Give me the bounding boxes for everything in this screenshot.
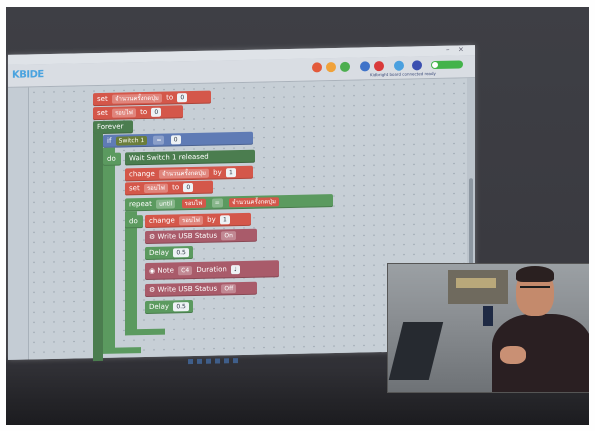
device <box>483 306 493 326</box>
value-input[interactable]: 1 <box>225 167 236 177</box>
delay-input[interactable]: 0.5 <box>173 247 189 257</box>
if-keyword: if <box>107 136 112 145</box>
webcam-overlay <box>387 263 589 393</box>
value-input[interactable]: 0 <box>170 134 181 144</box>
set-block-2[interactable]: set รอบไฟ to 0 <box>93 105 183 121</box>
windows-start-icon[interactable] <box>188 359 193 365</box>
toolbar-caption: Kidbright board connected ready <box>370 70 436 78</box>
variable-dropdown[interactable]: จำนวนครั้งกดปุ่ม <box>159 168 209 179</box>
if-arm <box>103 147 115 352</box>
taskbar-app-icon[interactable] <box>197 358 202 364</box>
repeat-arm <box>125 211 137 332</box>
value-input[interactable]: 0 <box>151 107 162 117</box>
operator-dropdown[interactable]: = <box>211 197 223 208</box>
operator-dropdown[interactable]: = <box>153 135 165 145</box>
minimize-icon[interactable]: – <box>446 46 453 54</box>
presenter-hands <box>500 346 526 364</box>
variable-dropdown[interactable]: รอบไฟ <box>143 183 168 193</box>
board-icon[interactable] <box>360 61 370 72</box>
if-block[interactable]: if Switch 1 = 0 <box>103 131 253 148</box>
forever-label: Forever <box>97 122 124 132</box>
by-keyword: by <box>207 215 216 224</box>
upload-icon[interactable] <box>374 61 384 72</box>
to-keyword: to <box>172 183 180 192</box>
gear-icon: ⚙ <box>149 232 156 241</box>
set-keyword: set <box>97 94 108 104</box>
to-keyword: to <box>166 93 174 102</box>
save-file-icon[interactable] <box>340 61 350 72</box>
settings-icon[interactable] <box>412 60 422 71</box>
forever-arm <box>93 132 103 362</box>
variable-dropdown[interactable]: รอบไฟ <box>181 198 206 208</box>
variable-dropdown[interactable]: จำนวนครั้งกดปุ่ม <box>111 93 162 104</box>
usb-state-dropdown[interactable]: On <box>221 230 236 240</box>
delay-block-2[interactable]: Delay 0.5 <box>145 300 193 315</box>
laptop <box>388 322 444 380</box>
wait-label: Wait Switch 1 released <box>129 152 209 163</box>
mode-toggle[interactable] <box>431 60 463 70</box>
open-file-icon[interactable] <box>326 62 336 73</box>
serial-monitor-icon[interactable] <box>394 60 404 71</box>
block-palette[interactable] <box>8 87 29 360</box>
note-label: Note <box>157 266 174 275</box>
usb-state-dropdown[interactable]: Off <box>221 283 237 293</box>
do-label-1: do <box>103 152 121 166</box>
change-block-1[interactable]: change จำนวนครั้งกดปุ่ม by 1 <box>125 165 253 182</box>
taskbar-app-icon[interactable] <box>233 358 238 364</box>
value-input[interactable]: 1 <box>219 214 230 224</box>
write-usb-label: Write USB Status <box>157 231 218 241</box>
duration-note-icon[interactable]: ♩ <box>231 264 240 274</box>
set-keyword: set <box>97 108 108 118</box>
variable-dropdown[interactable]: รอบไฟ <box>179 215 203 225</box>
speaker-icon: ◉ <box>149 266 156 275</box>
switch-sensor[interactable]: Switch 1 <box>115 135 148 146</box>
change-keyword: change <box>149 216 175 225</box>
set-block-3[interactable]: set รอบไฟ to 0 <box>125 180 213 196</box>
write-usb-block-2[interactable]: ⚙ Write USB Status Off <box>145 281 257 298</box>
new-file-icon[interactable] <box>312 62 322 73</box>
gear-icon: ⚙ <box>149 285 156 294</box>
set-keyword: set <box>129 184 140 193</box>
repeat-foot <box>125 328 165 336</box>
write-usb-block-1[interactable]: ⚙ Write USB Status On <box>145 228 257 245</box>
variable-dropdown[interactable]: จำนวนครั้งกดปุ่ม <box>229 196 279 207</box>
taskbar-app-icon[interactable] <box>215 358 220 364</box>
wait-switch-block[interactable]: Wait Switch 1 released <box>125 149 255 166</box>
toggle-knob <box>432 61 438 69</box>
presenter-hair <box>516 266 554 282</box>
write-usb-label: Write USB Status <box>157 284 218 294</box>
classroom-photo: – × KBIDE Kidbright board connected read… <box>6 7 589 425</box>
change-keyword: change <box>129 169 155 179</box>
close-icon[interactable]: × <box>458 45 465 53</box>
note-block[interactable]: ◉ Note C4 Duration ♩ <box>145 260 279 281</box>
equipment-box <box>456 278 496 288</box>
delay-block-1[interactable]: Delay 0.5 <box>145 246 193 261</box>
app-logo: KBIDE <box>12 69 44 81</box>
repeat-keyword: repeat <box>129 199 152 209</box>
taskbar-app-icon[interactable] <box>224 358 229 364</box>
variable-dropdown[interactable]: รอบไฟ <box>111 107 136 118</box>
to-keyword: to <box>140 107 148 117</box>
repeat-mode-dropdown[interactable]: until <box>156 198 176 209</box>
delay-label: Delay <box>149 248 170 257</box>
delay-input[interactable]: 0.5 <box>173 301 189 311</box>
value-input[interactable]: 0 <box>177 92 188 102</box>
if-foot <box>103 347 141 354</box>
value-input[interactable]: 0 <box>183 182 194 192</box>
taskbar-app-icon[interactable] <box>206 358 211 364</box>
delay-label: Delay <box>149 302 170 311</box>
taskbar-icons <box>188 347 268 365</box>
set-block-1[interactable]: set จำนวนครั้งกดปุ่ม to 0 <box>93 90 211 107</box>
note-dropdown[interactable]: C4 <box>178 265 193 275</box>
presenter-glasses <box>520 286 550 293</box>
change-block-2[interactable]: change รอบไฟ by 1 <box>145 212 251 229</box>
repeat-until-block[interactable]: repeat until รอบไฟ = จำนวนครั้งกดปุ่ม <box>125 194 333 212</box>
duration-label: Duration <box>196 265 227 274</box>
by-keyword: by <box>213 168 222 177</box>
do-label-2: do <box>125 215 143 229</box>
